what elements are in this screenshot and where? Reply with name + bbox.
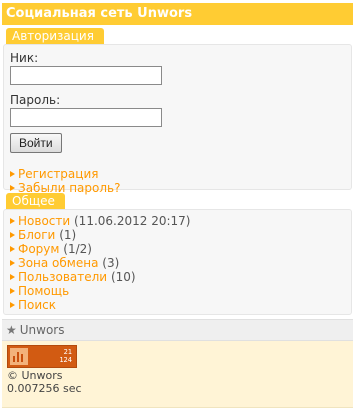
- login-button[interactable]: Войти: [10, 133, 62, 153]
- arrow-right-icon: [10, 246, 15, 252]
- forum-link[interactable]: Форум: [18, 242, 59, 256]
- list-item: Блоги (1): [10, 228, 345, 242]
- search-link[interactable]: Поиск: [18, 298, 56, 312]
- arrow-right-icon: [10, 274, 15, 280]
- users-link[interactable]: Пользователи: [18, 270, 107, 284]
- nick-input[interactable]: [10, 66, 162, 85]
- visit-counter[interactable]: 21 124: [7, 345, 77, 368]
- footer: 21 124 © Unwors 0.007256 sec: [2, 341, 353, 408]
- arrow-right-icon: [10, 302, 15, 308]
- auth-section-title: Авторизация: [6, 28, 104, 44]
- arrow-right-icon: [10, 171, 15, 177]
- site-label-bar: ★ Unwors: [2, 319, 353, 341]
- counter-logo-icon: [10, 348, 28, 365]
- counter-value-bottom: 124: [59, 356, 72, 364]
- counter-values: 21 124: [59, 348, 72, 364]
- arrow-right-icon: [10, 218, 15, 224]
- password-input[interactable]: [10, 108, 162, 127]
- arrow-right-icon: [10, 232, 15, 238]
- arrow-right-icon: [10, 288, 15, 294]
- register-link[interactable]: Регистрация: [18, 167, 98, 181]
- page: Социальная сеть Unwors Авторизация Ник: …: [2, 3, 353, 408]
- list-item: Пользователи (10): [10, 270, 345, 284]
- auth-panel: Ник: Пароль: Войти Регистрация Забыли па…: [3, 44, 352, 195]
- list-item: Помощь: [10, 284, 345, 298]
- help-link[interactable]: Помощь: [18, 284, 69, 298]
- copyright: © Unwors: [7, 369, 63, 382]
- auth-links: Регистрация Забыли пароль?: [10, 167, 345, 195]
- list-item: Форум (1/2): [10, 242, 345, 256]
- nick-label: Ник:: [10, 51, 39, 65]
- exchange-zone-link[interactable]: Зона обмена: [18, 256, 98, 270]
- users-count: (10): [110, 270, 136, 284]
- star-icon: ★: [6, 323, 17, 337]
- list-item: Новости (11.06.2012 20:17): [10, 214, 345, 228]
- exchange-zone-count: (3): [102, 256, 120, 270]
- list-item: Регистрация: [10, 167, 345, 181]
- page-title: Социальная сеть Unwors: [2, 3, 353, 25]
- forum-count: (1/2): [63, 242, 92, 256]
- arrow-right-icon: [10, 185, 15, 191]
- password-label: Пароль:: [10, 93, 61, 107]
- news-count: (11.06.2012 20:17): [74, 214, 191, 228]
- generation-time: 0.007256 sec: [7, 382, 82, 395]
- list-item: Зона обмена (3): [10, 256, 345, 270]
- list-item: Поиск: [10, 298, 345, 312]
- blogs-link[interactable]: Блоги: [18, 228, 55, 242]
- general-panel: Новости (11.06.2012 20:17) Блоги (1) Фор…: [3, 209, 352, 315]
- arrow-right-icon: [10, 260, 15, 266]
- news-link[interactable]: Новости: [18, 214, 70, 228]
- blogs-count: (1): [59, 228, 77, 242]
- site-label: Unwors: [19, 323, 65, 337]
- counter-value-top: 21: [63, 348, 72, 356]
- general-section-title: Общее: [6, 193, 65, 209]
